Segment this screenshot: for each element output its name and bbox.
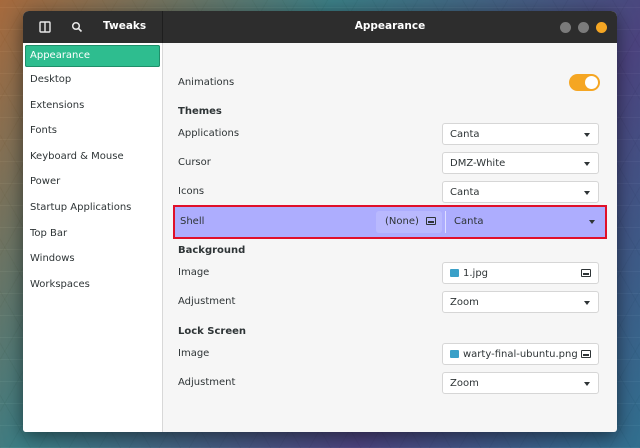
- animations-toggle[interactable]: [569, 74, 600, 91]
- shell-theme-select[interactable]: Canta: [445, 211, 604, 233]
- sidebar-item-appearance[interactable]: Appearance: [25, 45, 160, 67]
- chevron-down-icon: [584, 162, 590, 166]
- chevron-down-icon: [584, 301, 590, 305]
- maximize-button[interactable]: [578, 22, 589, 33]
- background-adjustment-row: Adjustment Zoom: [163, 288, 617, 317]
- shell-file-chooser-button[interactable]: (None): [376, 211, 442, 233]
- background-adjustment-label: Adjustment: [178, 296, 236, 307]
- cursor-row: Cursor DMZ-White: [163, 149, 617, 178]
- sidebar-item-top-bar[interactable]: Top Bar: [23, 221, 162, 247]
- background-adjustment-value: Zoom: [450, 297, 479, 308]
- icons-label: Icons: [178, 186, 205, 197]
- minimize-button[interactable]: [560, 22, 571, 33]
- cursor-label: Cursor: [178, 157, 211, 168]
- settings-panel: Animations Themes Applications Canta Cur…: [163, 43, 617, 432]
- shell-label: Shell: [180, 216, 205, 227]
- shell-row-highlighted: Shell (None) Canta: [173, 205, 607, 239]
- toggle-knob: [585, 76, 598, 89]
- lock-image-label: Image: [178, 348, 210, 359]
- applications-label: Applications: [178, 128, 240, 139]
- lock-image-value: warty-final-ubuntu.png: [463, 349, 578, 360]
- lock-screen-heading: Lock Screen: [178, 326, 247, 337]
- background-adjustment-select[interactable]: Zoom: [442, 291, 599, 313]
- close-button[interactable]: [596, 22, 607, 33]
- icons-row: Icons Canta: [163, 178, 617, 207]
- sidebar-item-windows[interactable]: Windows: [23, 246, 162, 272]
- sidebar-item-workspaces[interactable]: Workspaces: [23, 272, 162, 298]
- icons-theme-select[interactable]: Canta: [442, 181, 599, 203]
- themes-heading: Themes: [178, 106, 222, 117]
- applications-row: Applications Canta: [163, 120, 617, 149]
- cursor-theme-select[interactable]: DMZ-White: [442, 152, 599, 174]
- chevron-down-icon: [584, 133, 590, 137]
- sidebar-item-fonts[interactable]: Fonts: [23, 118, 162, 144]
- background-image-row: Image 1.jpg: [163, 259, 617, 288]
- page-title: Appearance: [354, 20, 426, 32]
- tweaks-window: Tweaks Appearance Appearance Desktop Ext…: [23, 11, 617, 432]
- lock-image-chooser[interactable]: warty-final-ubuntu.png: [442, 343, 599, 365]
- lock-adjustment-select[interactable]: Zoom: [442, 372, 599, 394]
- lock-adjustment-row: Adjustment Zoom: [163, 369, 617, 398]
- sidebar-item-keyboard-mouse[interactable]: Keyboard & Mouse: [23, 144, 162, 170]
- cursor-theme-value: DMZ-White: [450, 158, 506, 169]
- folder-icon: [426, 217, 436, 225]
- background-image-label: Image: [178, 267, 210, 278]
- chevron-down-icon: [584, 382, 590, 386]
- animations-label: Animations: [178, 77, 235, 88]
- lock-adjustment-label: Adjustment: [178, 377, 236, 388]
- icons-theme-value: Canta: [450, 187, 480, 198]
- folder-icon: [581, 269, 591, 277]
- lock-adjustment-value: Zoom: [450, 378, 479, 389]
- sidebar: Appearance Desktop Extensions Fonts Keyb…: [23, 43, 163, 432]
- background-image-value: 1.jpg: [463, 268, 489, 279]
- image-file-icon: [450, 350, 459, 358]
- sidebar-item-extensions[interactable]: Extensions: [23, 93, 162, 119]
- sidebar-item-startup-applications[interactable]: Startup Applications: [23, 195, 162, 221]
- background-image-chooser[interactable]: 1.jpg: [442, 262, 599, 284]
- header-bar: Tweaks Appearance: [23, 11, 617, 43]
- animations-row: Animations: [163, 69, 617, 98]
- applications-theme-value: Canta: [450, 129, 480, 140]
- shell-file-value: (None): [385, 216, 419, 227]
- applications-theme-select[interactable]: Canta: [442, 123, 599, 145]
- sidebar-item-power[interactable]: Power: [23, 169, 162, 195]
- background-heading: Background: [178, 245, 246, 256]
- sidebar-item-desktop[interactable]: Desktop: [23, 67, 162, 93]
- lock-image-row: Image warty-final-ubuntu.png: [163, 340, 617, 369]
- image-file-icon: [450, 269, 459, 277]
- chevron-down-icon: [589, 220, 595, 224]
- folder-icon: [581, 350, 591, 358]
- shell-theme-value: Canta: [454, 216, 484, 227]
- chevron-down-icon: [584, 191, 590, 195]
